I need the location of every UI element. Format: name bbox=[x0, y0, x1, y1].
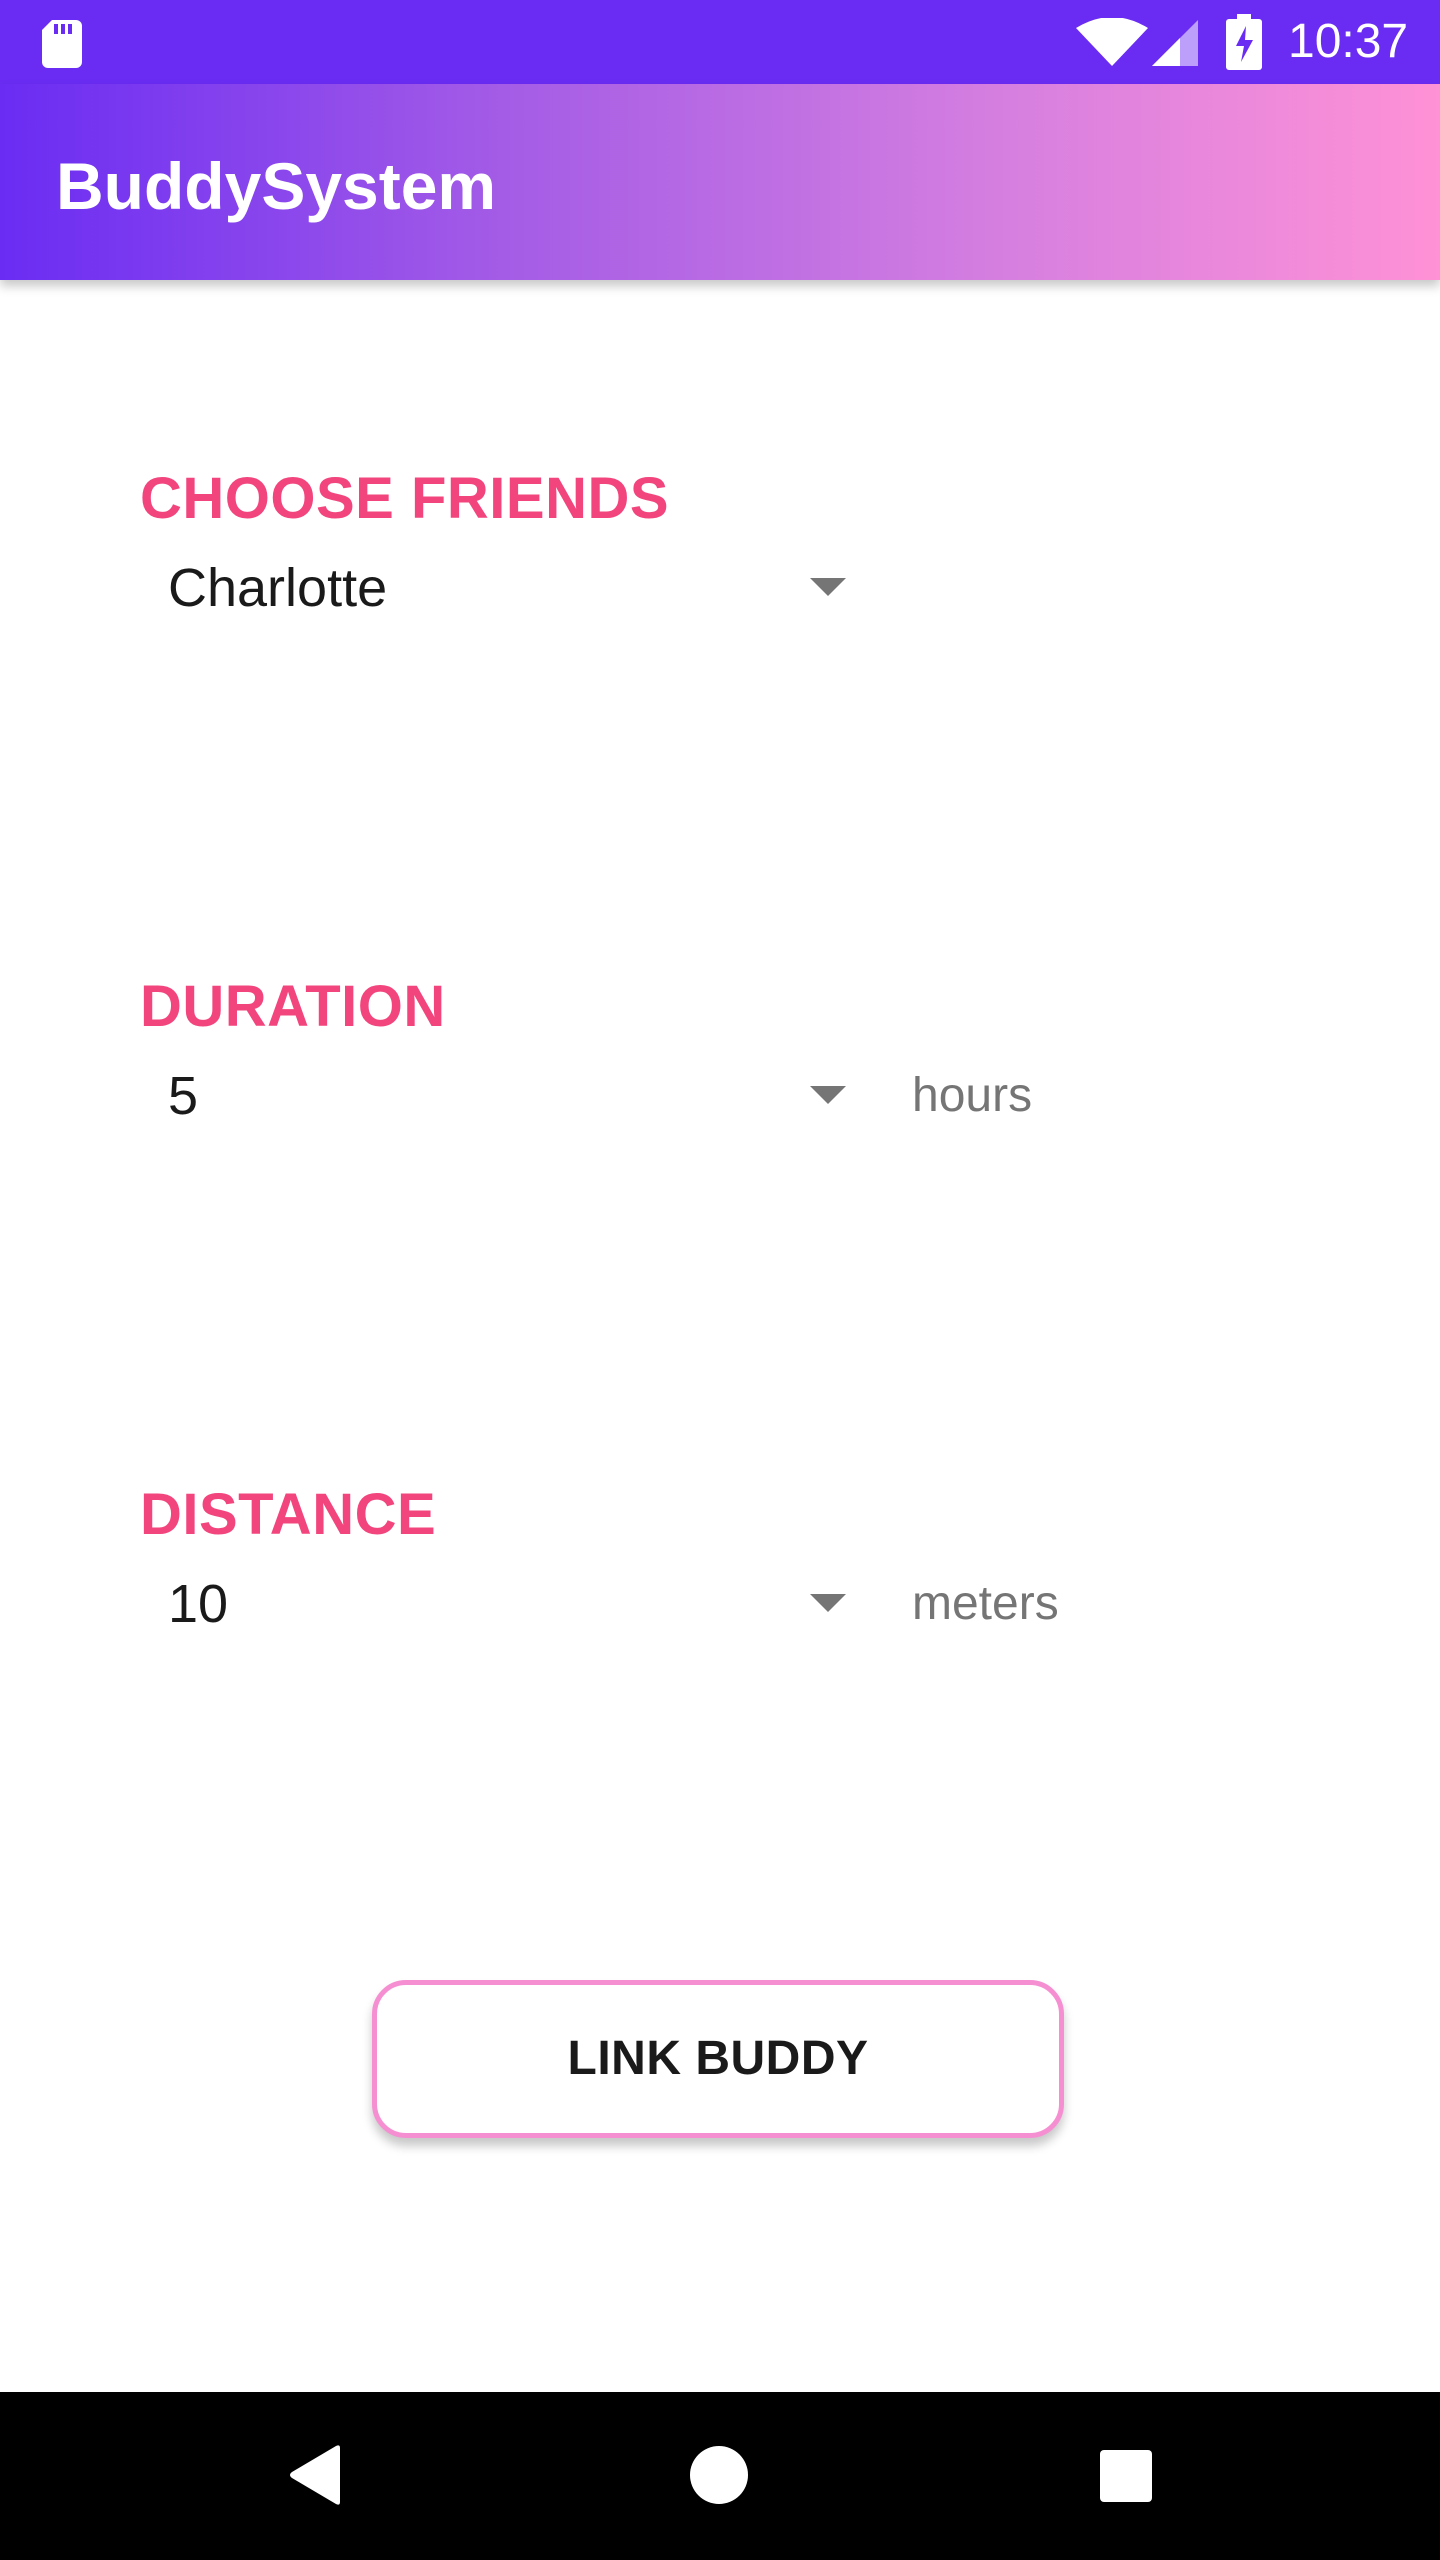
sd-card-icon bbox=[42, 20, 82, 68]
status-bar: 10:37 bbox=[0, 0, 1440, 84]
duration-spinner[interactable]: 5 bbox=[140, 1052, 860, 1142]
link-buddy-button[interactable]: LINK BUDDY bbox=[372, 1980, 1064, 2138]
app-title: BuddySystem bbox=[56, 149, 497, 223]
dropdown-arrow-icon bbox=[810, 1086, 846, 1104]
dropdown-arrow-icon bbox=[810, 578, 846, 596]
status-clock: 10:37 bbox=[1288, 15, 1409, 68]
distance-unit: meters bbox=[912, 1577, 1059, 1630]
duration-label: DURATION bbox=[140, 974, 446, 1039]
distance-spinner[interactable]: 10 bbox=[140, 1560, 860, 1650]
friends-spinner-value: Charlotte bbox=[168, 558, 388, 618]
dropdown-arrow-icon bbox=[810, 1594, 846, 1612]
app-bar: BuddySystem bbox=[0, 84, 1440, 280]
home-icon[interactable] bbox=[690, 2446, 748, 2504]
distance-label: DISTANCE bbox=[140, 1482, 437, 1547]
choose-friends-label: CHOOSE FRIENDS bbox=[140, 466, 670, 531]
duration-spinner-value: 5 bbox=[168, 1066, 199, 1126]
battery-charging-icon bbox=[1226, 14, 1262, 70]
duration-unit: hours bbox=[912, 1069, 1033, 1122]
distance-spinner-value: 10 bbox=[168, 1574, 229, 1634]
friends-spinner[interactable]: Charlotte bbox=[140, 544, 860, 634]
screen: 10:37 BuddySystem CHOOSE FRIENDS Charlot… bbox=[0, 0, 1440, 2560]
navigation-bar bbox=[0, 2392, 1440, 2560]
back-icon[interactable] bbox=[288, 2444, 342, 2506]
wifi-icon bbox=[1076, 18, 1148, 66]
recents-icon[interactable] bbox=[1100, 2450, 1152, 2502]
cell-signal-icon bbox=[1152, 20, 1198, 66]
